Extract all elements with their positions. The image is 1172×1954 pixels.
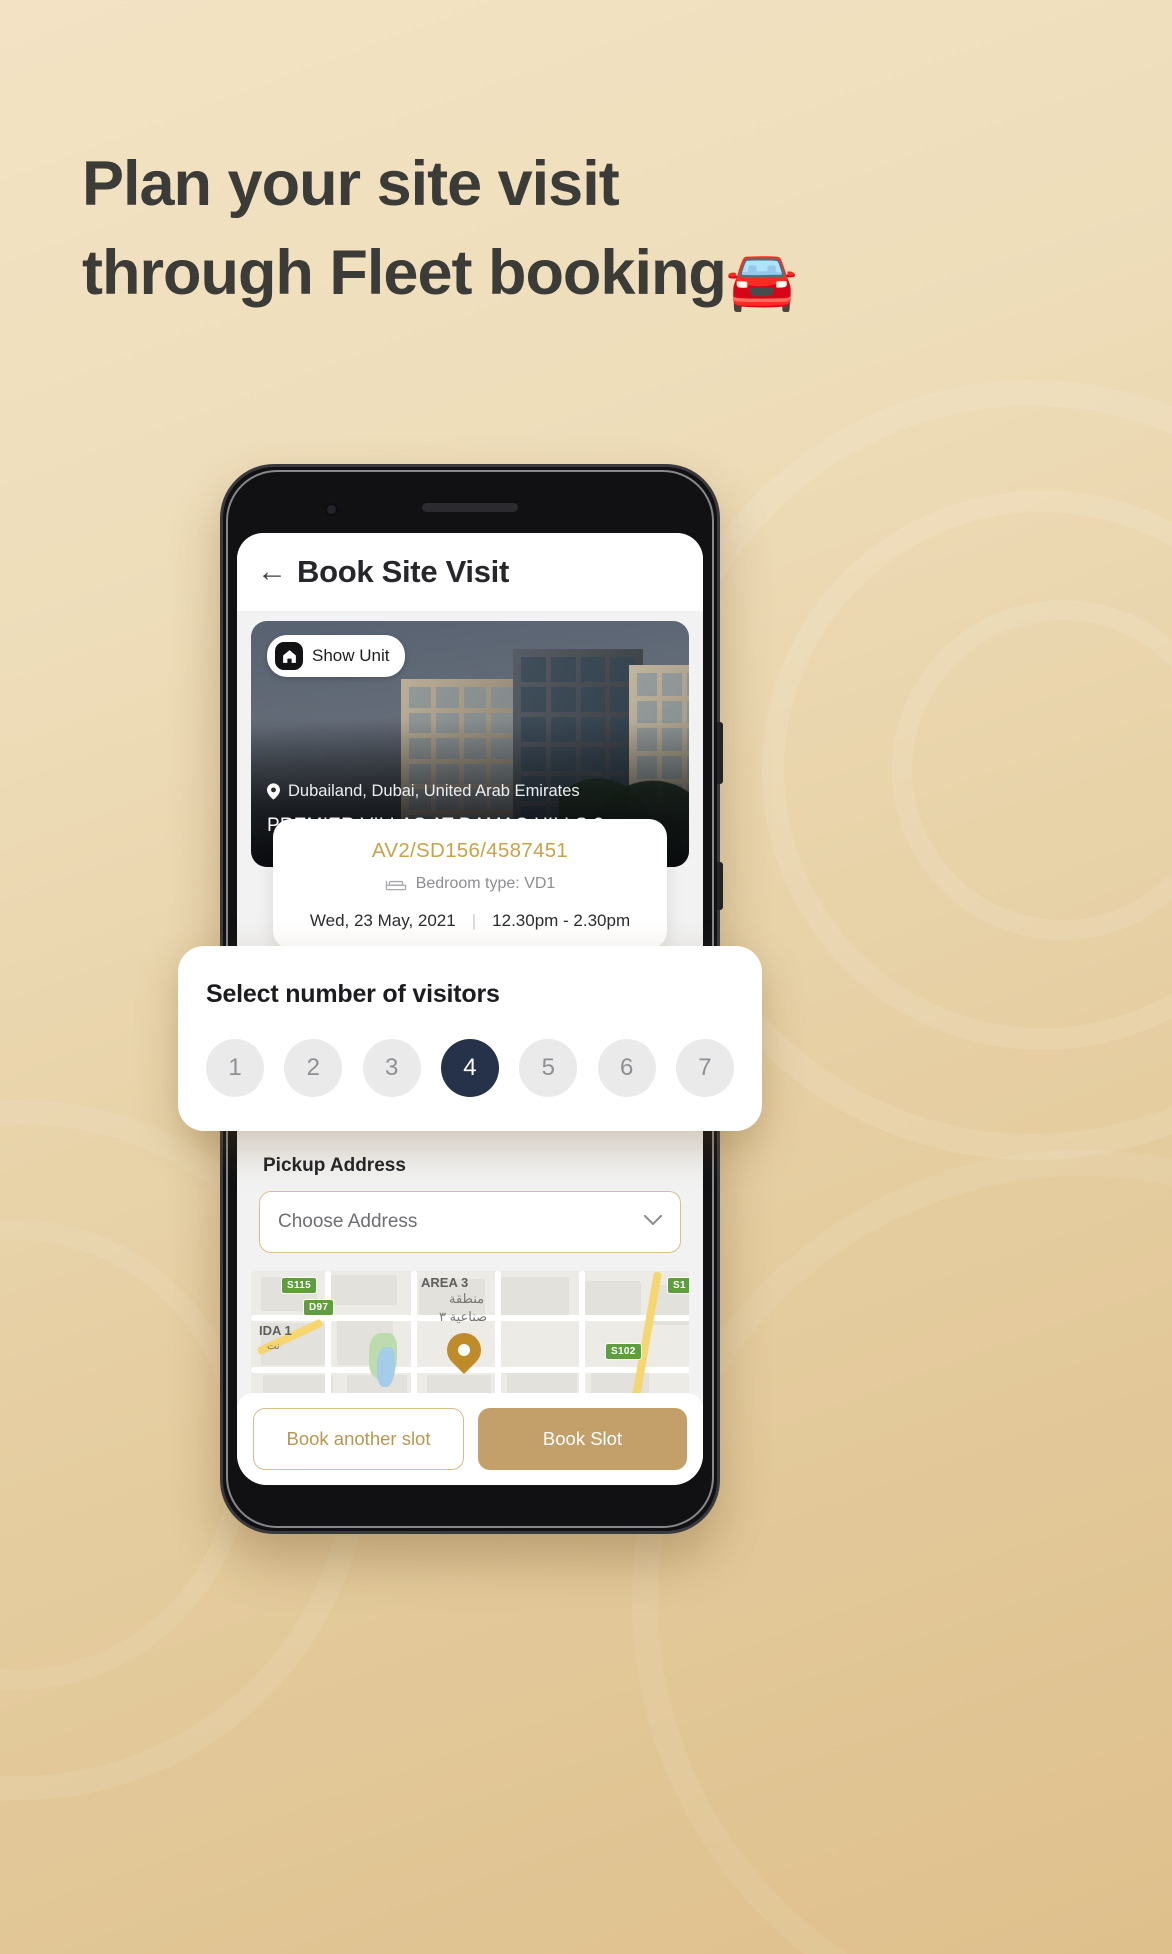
chevron-down-icon xyxy=(644,1213,662,1231)
select-visitors-panel: Select number of visitors 1234567 xyxy=(178,946,762,1131)
map-label-ar: نت xyxy=(267,1341,280,1352)
car-icon: 🚘 xyxy=(725,248,798,314)
road-shield: D97 xyxy=(303,1299,335,1316)
speaker-grille xyxy=(422,502,518,512)
headline-line-1: Plan your site visit xyxy=(82,149,620,219)
pickup-map[interactable]: S115 D97 S1 S102 AREA 3 منطقة صناعية ٣ I… xyxy=(251,1271,689,1393)
headline-line-2-wrap: through Fleet booking🚘 xyxy=(82,229,902,322)
road-shield: S102 xyxy=(605,1343,642,1360)
visitor-option-4[interactable]: 4 xyxy=(440,1039,499,1097)
visitor-option-2[interactable]: 2 xyxy=(284,1039,343,1097)
booking-time: 12.30pm - 2.30pm xyxy=(492,911,631,930)
select-visitors-title: Select number of visitors xyxy=(206,980,500,1008)
phone-volume-button xyxy=(717,722,723,784)
booking-datetime-row: Wed, 23 May, 2021 | 12.30pm - 2.30pm xyxy=(289,911,651,931)
visitor-option-1[interactable]: 1 xyxy=(206,1039,264,1097)
bedroom-type-text: Bedroom type: VD1 xyxy=(415,875,556,892)
home-icon xyxy=(275,642,303,670)
booking-detail-card: AV2/SD156/4587451 Bedroom type: VD1 Wed,… xyxy=(273,819,667,949)
map-label: IDA 1 xyxy=(259,1323,292,1338)
map-pin-icon xyxy=(267,783,280,800)
address-select[interactable]: Choose Address xyxy=(259,1191,681,1253)
road-shield: S115 xyxy=(281,1277,318,1294)
visitor-count-options: 1234567 xyxy=(206,1039,734,1097)
datetime-separator: | xyxy=(471,911,477,930)
map-label-ar: منطقة xyxy=(449,1291,485,1306)
page-title: Book Site Visit xyxy=(297,554,509,589)
pickup-address-section: Pickup Address Choose Address xyxy=(251,1139,689,1253)
phone-notch-bar xyxy=(237,481,703,533)
map-label-ar: صناعية ٣ xyxy=(439,1309,488,1324)
booking-date: Wed, 23 May, 2021 xyxy=(309,911,456,930)
promo-headline: Plan your site visit through Fleet booki… xyxy=(82,140,902,323)
map-label: AREA 3 xyxy=(421,1275,469,1290)
property-location: Dubailand, Dubai, United Arab Emirates xyxy=(267,782,673,801)
bed-icon xyxy=(385,880,406,890)
road-shield: S1 xyxy=(667,1277,689,1294)
show-unit-label: Show Unit xyxy=(312,646,390,665)
action-bar: Book another slot Book Slot xyxy=(237,1393,703,1485)
visitor-option-7[interactable]: 7 xyxy=(675,1039,734,1097)
book-another-slot-button[interactable]: Book another slot xyxy=(253,1408,464,1470)
book-slot-button[interactable]: Book Slot xyxy=(478,1408,687,1470)
show-unit-badge[interactable]: Show Unit xyxy=(267,635,406,677)
address-select-value: Choose Address xyxy=(278,1211,418,1232)
visitor-option-5[interactable]: 5 xyxy=(519,1039,578,1097)
visitor-option-6[interactable]: 6 xyxy=(597,1039,656,1097)
camera-icon xyxy=(325,503,338,516)
property-location-text: Dubailand, Dubai, United Arab Emirates xyxy=(288,782,580,800)
reference-number: AV2/SD156/4587451 xyxy=(371,839,569,862)
phone-power-button xyxy=(717,862,723,910)
bedroom-type-row: Bedroom type: VD1 xyxy=(289,875,651,893)
visitor-option-3[interactable]: 3 xyxy=(362,1039,421,1097)
app-header: ← Book Site Visit xyxy=(237,533,703,611)
arrow-left-icon[interactable]: ← xyxy=(257,557,297,587)
headline-line-2: through Fleet booking xyxy=(82,238,727,309)
pickup-address-label: Pickup Address xyxy=(263,1155,406,1176)
